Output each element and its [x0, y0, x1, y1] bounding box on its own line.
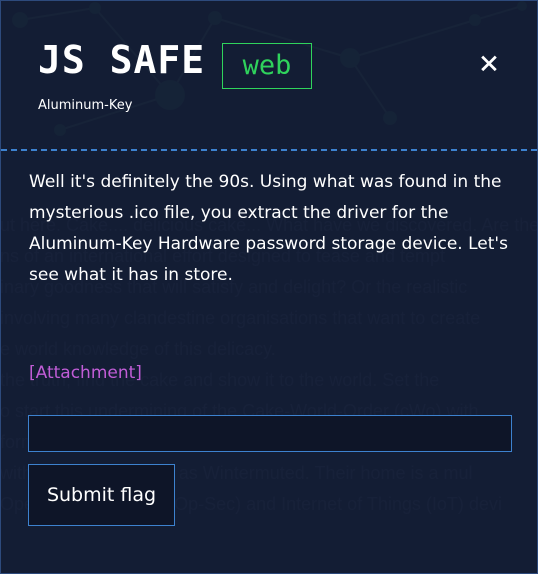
header-divider: [1, 149, 537, 151]
attachment-link[interactable]: [Attachment]: [29, 359, 142, 387]
challenge-description: Well it's definitely the 90s. Using what…: [29, 172, 508, 285]
challenge-title: JS SAFE: [38, 38, 206, 82]
challenge-modal: JS SAFE web Aluminum-Key × Well it's def…: [0, 0, 538, 574]
category-badge: web: [222, 43, 312, 89]
flag-input[interactable]: [28, 415, 512, 452]
close-button[interactable]: ×: [473, 46, 505, 80]
close-icon: ×: [478, 43, 500, 83]
challenge-subtitle: Aluminum-Key: [38, 98, 133, 113]
modal-header: JS SAFE web Aluminum-Key ×: [1, 1, 537, 149]
submit-flag-button[interactable]: Submit flag: [28, 464, 175, 526]
challenge-screen: ut here. Cake.... delicious cake... What…: [0, 0, 538, 574]
